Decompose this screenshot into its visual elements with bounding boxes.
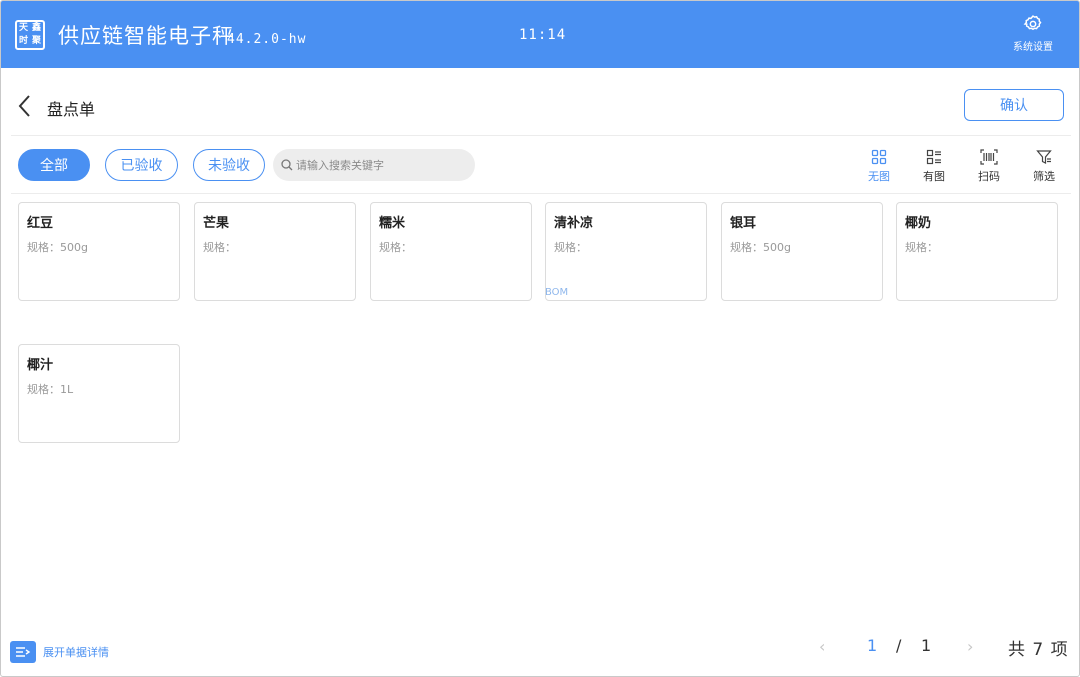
page-separator: / <box>896 636 902 655</box>
product-name: 椰汁 <box>27 358 54 373</box>
product-spec: 规格： <box>554 241 587 254</box>
expand-details-button[interactable]: 展开单据详情 <box>10 641 109 663</box>
expand-list-icon <box>10 641 36 663</box>
tab-accepted[interactable]: 已验收 <box>105 149 178 181</box>
no-image-view-button[interactable]: 无图 <box>861 149 897 183</box>
search-icon <box>281 156 293 175</box>
product-name: 糯米 <box>379 216 406 231</box>
bom-tag: BOM <box>545 287 569 298</box>
tab-not-accepted[interactable]: 未验收 <box>193 149 265 181</box>
logo-char: 鑫 <box>31 23 41 33</box>
tab-all[interactable]: 全部 <box>18 149 90 181</box>
product-spec: 规格：500g <box>730 241 791 254</box>
filter-button[interactable]: 筛选 <box>1026 149 1062 183</box>
product-card[interactable]: 椰汁 规格：1L <box>18 344 180 443</box>
search-box <box>273 149 475 181</box>
item-count: 共 7 项 <box>1008 640 1069 660</box>
divider <box>11 193 1071 194</box>
top-bar: 天 鑫 时 聚 供应链智能电子秤 44.2.0-hw 11:14 系统设置 <box>1 1 1079 68</box>
scan-button[interactable]: 扫码 <box>971 149 1007 183</box>
app-title: 供应链智能电子秤 <box>58 24 234 48</box>
product-card[interactable]: 椰奶 规格： <box>896 202 1058 301</box>
product-name: 银耳 <box>730 216 757 231</box>
back-button[interactable] <box>15 93 37 119</box>
no-image-label: 无图 <box>868 170 890 183</box>
product-spec: 规格：500g <box>27 241 88 254</box>
product-card[interactable]: 红豆 规格：500g <box>18 202 180 301</box>
scan-label: 扫码 <box>978 170 1000 183</box>
brand-logo: 天 鑫 时 聚 <box>15 20 45 50</box>
product-card[interactable]: 银耳 规格：500g <box>721 202 883 301</box>
gear-icon <box>1007 14 1059 34</box>
list-image-icon <box>916 149 952 165</box>
product-spec: 规格： <box>379 241 412 254</box>
product-spec: 规格：1L <box>27 383 74 396</box>
app-version: 44.2.0-hw <box>227 32 307 47</box>
settings-button[interactable]: 系统设置 <box>1007 14 1059 56</box>
search-input[interactable] <box>296 158 466 172</box>
prev-page-button[interactable]: ‹ <box>819 637 825 656</box>
logo-char: 时 <box>18 36 28 46</box>
app-window: 天 鑫 时 聚 供应链智能电子秤 44.2.0-hw 11:14 系统设置 盘点… <box>0 0 1080 677</box>
grid-icon <box>861 149 897 165</box>
confirm-button[interactable]: 确认 <box>964 89 1064 121</box>
logo-char: 天 <box>18 23 28 33</box>
clock: 11:14 <box>519 27 567 43</box>
barcode-scan-icon <box>971 149 1007 165</box>
settings-label: 系统设置 <box>1013 42 1053 53</box>
with-image-view-button[interactable]: 有图 <box>916 149 952 183</box>
total-pages: 1 <box>921 636 932 655</box>
product-card[interactable]: 芒果 规格： <box>194 202 356 301</box>
expand-details-label: 展开单据详情 <box>43 646 109 659</box>
with-image-label: 有图 <box>923 170 945 183</box>
current-page: 1 <box>867 636 878 655</box>
chevron-left-icon <box>15 95 37 123</box>
product-spec: 规格： <box>905 241 938 254</box>
product-name: 芒果 <box>203 216 230 231</box>
product-card[interactable]: 糯米 规格： <box>370 202 532 301</box>
logo-char: 聚 <box>31 36 41 46</box>
product-name: 椰奶 <box>905 216 932 231</box>
product-card[interactable]: 清补凉 规格： BOM <box>545 202 707 301</box>
filter-label: 筛选 <box>1033 170 1055 183</box>
page-title: 盘点单 <box>47 100 96 119</box>
product-spec: 规格： <box>203 241 236 254</box>
funnel-icon <box>1026 149 1062 165</box>
product-name: 清补凉 <box>554 216 594 231</box>
product-name: 红豆 <box>27 216 54 231</box>
divider <box>11 135 1071 136</box>
next-page-button[interactable]: › <box>967 637 973 656</box>
